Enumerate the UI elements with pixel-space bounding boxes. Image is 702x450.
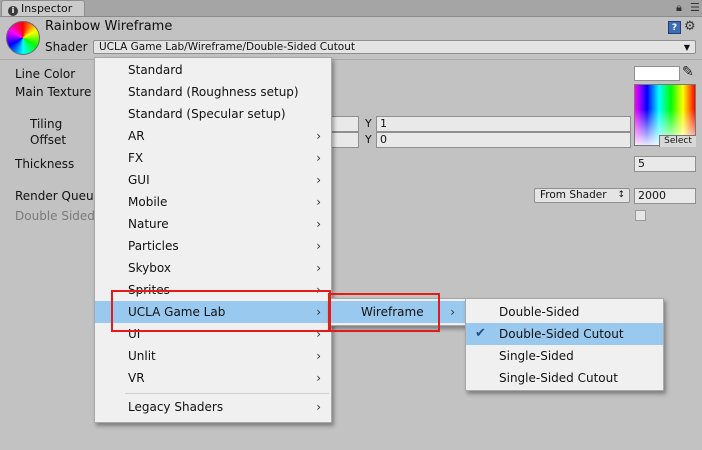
- menu-item-double-sided-cutout[interactable]: ✔ Double-Sided Cutout: [466, 323, 663, 345]
- menu-item-label: FX: [128, 151, 144, 165]
- lock-icon[interactable]: 🔒︎: [676, 1, 682, 15]
- gear-icon[interactable]: ⚙: [684, 19, 696, 34]
- menu-item-ar[interactable]: AR ›: [95, 125, 331, 147]
- chevron-right-icon: ›: [316, 173, 321, 187]
- menu-item-label: Unlit: [128, 349, 156, 363]
- menu-item-mobile[interactable]: Mobile ›: [95, 191, 331, 213]
- menu-item-label: GUI: [128, 173, 150, 187]
- menu-item-label: Skybox: [128, 261, 171, 275]
- main-texture-label: Main Texture: [15, 85, 92, 99]
- render-queue-label: Render Queue: [15, 189, 101, 203]
- menu-item-label: Particles: [128, 239, 179, 253]
- menu-item-label: Standard: [128, 63, 183, 77]
- chevron-right-icon: ›: [316, 371, 321, 385]
- tab-bar: [0, 0, 702, 17]
- eyedropper-icon[interactable]: ✎: [682, 64, 694, 80]
- menu-item-vr[interactable]: VR ›: [95, 367, 331, 389]
- render-queue-dropdown[interactable]: From Shader ↕: [534, 188, 630, 203]
- wireframe-submenu: Double-Sided ✔ Double-Sided Cutout Single…: [465, 298, 664, 391]
- chevron-right-icon: ›: [450, 305, 455, 319]
- shader-menu: Standard Standard (Roughness setup) Stan…: [94, 57, 332, 423]
- menu-item-label: Double-Sided Cutout: [499, 327, 624, 341]
- menu-item-standard-roughness[interactable]: Standard (Roughness setup): [95, 81, 331, 103]
- chevron-right-icon: ›: [316, 239, 321, 253]
- menu-item-gui[interactable]: GUI ›: [95, 169, 331, 191]
- menu-item-label: VR: [128, 371, 145, 385]
- material-preview-icon: [6, 21, 40, 55]
- offset-y-label: Y: [365, 133, 372, 146]
- menu-item-label: AR: [128, 129, 145, 143]
- menu-item-skybox[interactable]: Skybox ›: [95, 257, 331, 279]
- menu-item-particles[interactable]: Particles ›: [95, 235, 331, 257]
- chevron-right-icon: ›: [316, 195, 321, 209]
- chevron-right-icon: ›: [316, 151, 321, 165]
- chevron-right-icon: ›: [316, 349, 321, 363]
- menu-item-legacy-shaders[interactable]: Legacy Shaders ›: [95, 396, 331, 418]
- offset-y-field[interactable]: 0: [376, 132, 631, 148]
- tiling-x-field[interactable]: [329, 116, 359, 132]
- menu-item-label: Single-Sided: [499, 349, 574, 363]
- checkmark-icon: ✔: [475, 326, 486, 341]
- texture-select-button[interactable]: Select: [659, 135, 696, 147]
- menu-item-standard-specular[interactable]: Standard (Specular setup): [95, 103, 331, 125]
- double-sided-gi-checkbox[interactable]: [635, 210, 646, 221]
- chevron-right-icon: ›: [316, 261, 321, 275]
- menu-item-label: Standard (Roughness setup): [128, 85, 299, 99]
- double-sided-gi-label: Double Sided: [15, 209, 95, 223]
- updown-icon: ↕: [617, 190, 625, 200]
- shader-dropdown[interactable]: UCLA Game Lab/Wireframe/Double-Sided Cut…: [93, 40, 696, 54]
- offset-label: Offset: [30, 133, 67, 147]
- menu-item-standard[interactable]: Standard: [95, 59, 331, 81]
- help-book-icon[interactable]: ?: [668, 21, 681, 34]
- chevron-down-icon: ▼: [683, 43, 690, 52]
- menu-item-single-sided-cutout[interactable]: Single-Sided Cutout: [466, 367, 663, 389]
- chevron-right-icon: ›: [316, 400, 321, 414]
- menu-item-label: Double-Sided: [499, 305, 580, 319]
- annotation-highlight-ucla: [111, 290, 331, 332]
- menu-item-nature[interactable]: Nature ›: [95, 213, 331, 235]
- menu-item-double-sided[interactable]: Double-Sided: [466, 301, 663, 323]
- tiling-label: Tiling: [30, 117, 63, 131]
- tab-inspector[interactable]: i Inspector: [1, 0, 85, 16]
- menu-item-label: Nature: [128, 217, 169, 231]
- menu-item-unlit[interactable]: Unlit ›: [95, 345, 331, 367]
- tiling-y-label: Y: [365, 117, 372, 130]
- render-queue-mode: From Shader: [540, 189, 607, 201]
- material-name: Rainbow Wireframe: [45, 19, 173, 34]
- tiling-y-field[interactable]: 1: [376, 116, 631, 132]
- menu-item-fx[interactable]: FX ›: [95, 147, 331, 169]
- offset-x-field[interactable]: [329, 132, 359, 148]
- menu-item-label: Single-Sided Cutout: [499, 371, 618, 385]
- tab-inspector-label: Inspector: [21, 2, 73, 15]
- thickness-field[interactable]: 5: [634, 156, 696, 172]
- menu-item-single-sided[interactable]: Single-Sided: [466, 345, 663, 367]
- line-color-swatch[interactable]: [634, 66, 680, 81]
- line-color-label: Line Color: [15, 67, 76, 81]
- menu-item-label: Mobile: [128, 195, 168, 209]
- chevron-right-icon: ›: [316, 129, 321, 143]
- menu-item-label: Standard (Specular setup): [128, 107, 286, 121]
- menu-item-label: Legacy Shaders: [128, 400, 224, 414]
- thickness-label: Thickness: [15, 157, 75, 171]
- annotation-highlight-wireframe: [328, 293, 440, 332]
- menu-separator: [125, 393, 329, 394]
- render-queue-field[interactable]: 2000: [634, 188, 696, 204]
- menu-icon[interactable]: ☰: [690, 1, 700, 14]
- shader-dropdown-value: UCLA Game Lab/Wireframe/Double-Sided Cut…: [99, 41, 356, 53]
- info-icon: i: [8, 6, 18, 16]
- chevron-right-icon: ›: [316, 217, 321, 231]
- shader-label: Shader: [45, 40, 88, 54]
